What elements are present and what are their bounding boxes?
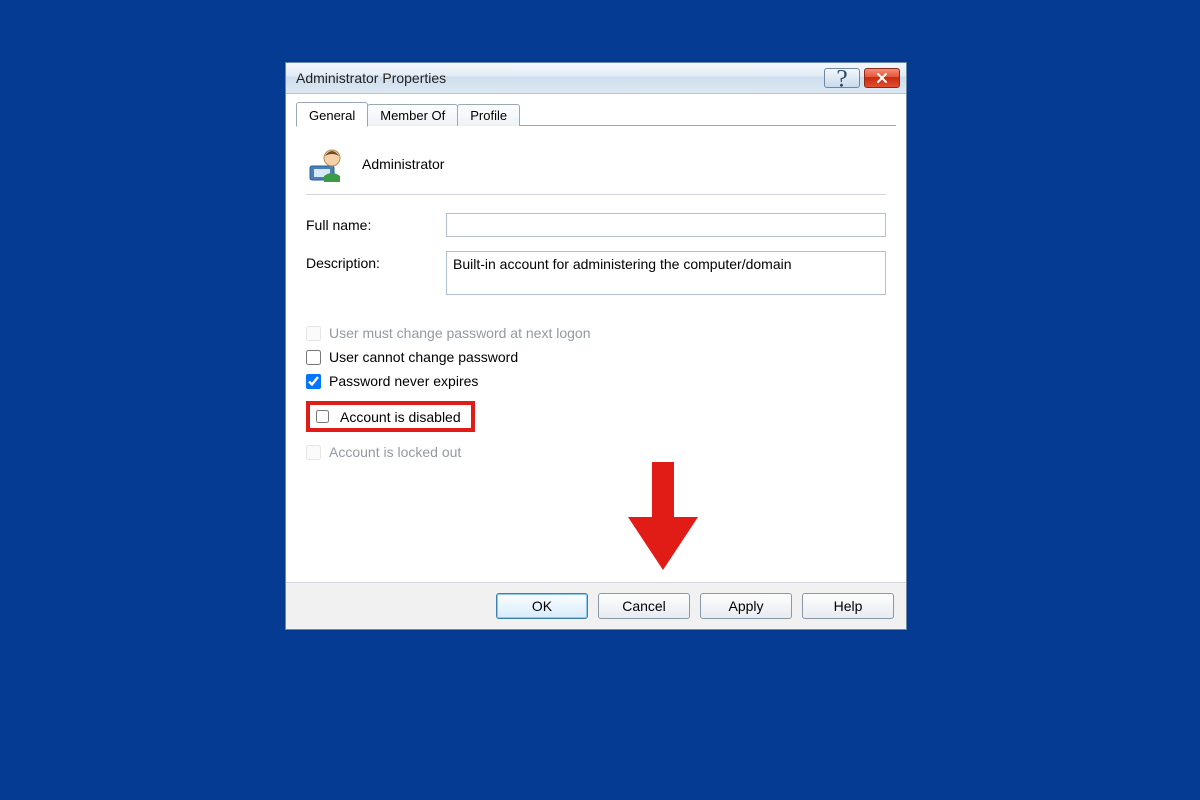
- option-password-never-expires[interactable]: Password never expires: [306, 373, 886, 389]
- tab-strip: General Member Of Profile: [286, 94, 906, 126]
- row-description: Description: Built-in account for admini…: [306, 251, 886, 295]
- label-full-name: Full name:: [306, 213, 446, 233]
- option-account-locked-out: Account is locked out: [306, 444, 886, 460]
- tab-member-of[interactable]: Member Of: [367, 104, 458, 126]
- cancel-button[interactable]: Cancel: [598, 593, 690, 619]
- checkbox-must-change-password: [306, 326, 321, 341]
- label-account-locked-out: Account is locked out: [329, 444, 461, 460]
- help-button[interactable]: Help: [802, 593, 894, 619]
- checkbox-account-locked-out: [306, 445, 321, 460]
- titlebar[interactable]: Administrator Properties ?: [286, 63, 906, 94]
- checkbox-password-never-expires[interactable]: [306, 374, 321, 389]
- divider: [306, 194, 886, 195]
- highlight-account-disabled: Account is disabled: [306, 401, 475, 432]
- ok-button[interactable]: OK: [496, 593, 588, 619]
- option-cannot-change-password[interactable]: User cannot change password: [306, 349, 886, 365]
- apply-button[interactable]: Apply: [700, 593, 792, 619]
- window-title: Administrator Properties: [296, 70, 820, 86]
- input-full-name[interactable]: [446, 213, 886, 237]
- tab-profile[interactable]: Profile: [457, 104, 520, 126]
- label-password-never-expires: Password never expires: [329, 373, 478, 389]
- account-name: Administrator: [362, 156, 444, 172]
- checkbox-account-disabled[interactable]: [316, 410, 329, 423]
- svg-text:?: ?: [836, 64, 847, 93]
- checkbox-cannot-change-password[interactable]: [306, 350, 321, 365]
- help-button-icon[interactable]: ?: [824, 68, 860, 88]
- account-header: Administrator: [306, 144, 886, 184]
- dialog-footer: OK Cancel Apply Help: [286, 582, 906, 629]
- label-description: Description:: [306, 251, 446, 271]
- close-button[interactable]: [864, 68, 900, 88]
- tab-general[interactable]: General: [296, 102, 368, 127]
- label-account-disabled: Account is disabled: [340, 409, 461, 425]
- input-description[interactable]: Built-in account for administering the c…: [446, 251, 886, 295]
- row-full-name: Full name:: [306, 213, 886, 237]
- option-must-change-password: User must change password at next logon: [306, 325, 886, 341]
- dialog-administrator-properties: Administrator Properties ? General Membe…: [285, 62, 907, 630]
- label-cannot-change-password: User cannot change password: [329, 349, 518, 365]
- user-icon: [306, 144, 346, 184]
- tab-pane-general: Administrator Full name: Description: Bu…: [286, 126, 906, 582]
- label-must-change-password: User must change password at next logon: [329, 325, 590, 341]
- annotation-arrow-icon: [628, 462, 698, 572]
